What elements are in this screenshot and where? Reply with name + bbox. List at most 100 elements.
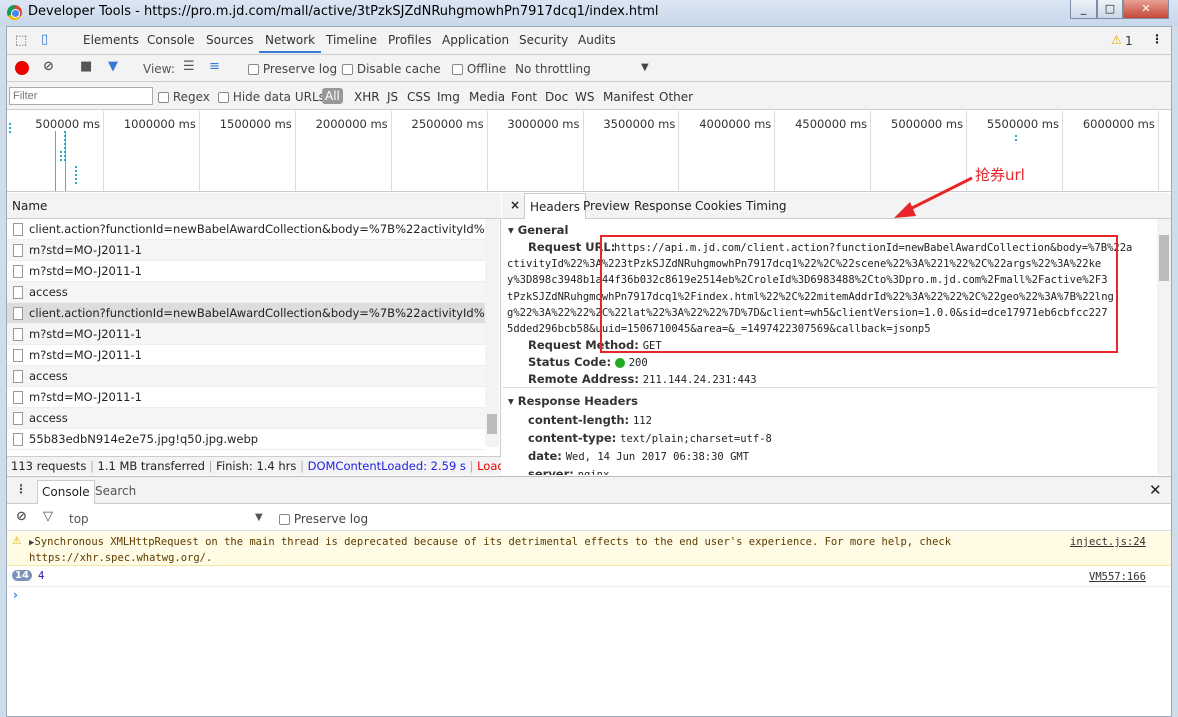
device-mode-icon[interactable]: ▯ bbox=[41, 32, 48, 47]
response-header-row: content-type: text/plain;charset=utf-8 bbox=[528, 430, 772, 448]
chevron-down-icon: ▼ bbox=[255, 512, 263, 523]
filter-input[interactable] bbox=[9, 87, 153, 105]
request-bar-marker bbox=[60, 151, 62, 161]
chrome-icon bbox=[7, 5, 22, 20]
tab-sources[interactable]: Sources bbox=[206, 27, 253, 53]
tab-audits[interactable]: Audits bbox=[578, 27, 616, 53]
file-icon bbox=[13, 244, 23, 257]
hide-data-urls-checkbox[interactable]: Hide data URLs bbox=[218, 90, 325, 104]
timeline-gridline bbox=[870, 111, 872, 191]
record-icon[interactable] bbox=[15, 61, 29, 75]
tab-elements[interactable]: Elements bbox=[83, 27, 139, 53]
header-name: content-type: bbox=[528, 431, 617, 445]
filter-type-xhr[interactable]: XHR bbox=[354, 90, 380, 104]
file-icon bbox=[13, 433, 23, 446]
filter-type-media[interactable]: Media bbox=[469, 90, 505, 104]
disable-cache-checkbox[interactable]: Disable cache bbox=[342, 62, 441, 76]
close-window-button[interactable]: ✕ bbox=[1123, 0, 1169, 19]
drawer-menu-icon[interactable]: ⋮ bbox=[15, 482, 27, 496]
preserve-log-checkbox[interactable]: Preserve log bbox=[248, 62, 337, 76]
waterfall-icon[interactable]: ≡ bbox=[209, 59, 220, 74]
timeline-gridline bbox=[582, 111, 584, 191]
request-row[interactable]: m?std=MO-J2011-1 bbox=[7, 345, 485, 366]
timeline-gridline bbox=[486, 111, 488, 191]
filter-type-manifest[interactable]: Manifest bbox=[603, 90, 654, 104]
tab-network[interactable]: Network bbox=[259, 27, 322, 53]
file-icon bbox=[13, 223, 23, 236]
context-value: top bbox=[69, 512, 89, 526]
warning-link[interactable]: https://xhr.spec.whatwg.org/. bbox=[29, 551, 1171, 566]
large-rows-icon[interactable]: ☰ bbox=[183, 59, 195, 74]
console-prompt-input[interactable]: › bbox=[13, 588, 1163, 608]
minimize-button[interactable]: _ bbox=[1070, 0, 1097, 19]
timeline-gridline bbox=[678, 111, 680, 191]
drawer-tab-console[interactable]: Console bbox=[37, 480, 95, 504]
clear-console-icon[interactable]: ⊘ bbox=[16, 509, 27, 524]
filter-type-ws[interactable]: WS bbox=[575, 90, 594, 104]
throttling-select[interactable]: No throttling ▼ bbox=[515, 62, 655, 76]
request-row[interactable]: access bbox=[7, 366, 485, 387]
console-preserve-log-checkbox[interactable]: Preserve log bbox=[279, 512, 368, 526]
maximize-button[interactable]: □ bbox=[1097, 0, 1123, 19]
request-row[interactable]: m?std=MO-J2011-1 bbox=[7, 324, 485, 345]
tab-application[interactable]: Application bbox=[442, 27, 509, 53]
log-source-link[interactable]: VM557:166 bbox=[1089, 571, 1146, 583]
request-row[interactable]: m?std=MO-J2011-1 bbox=[7, 261, 485, 282]
inspect-element-icon[interactable]: ⬚ bbox=[15, 33, 27, 48]
tab-timeline[interactable]: Timeline bbox=[326, 27, 377, 53]
header-name: server: bbox=[528, 467, 574, 475]
console-filter-icon[interactable]: ▽ bbox=[43, 509, 53, 524]
tab-cookies[interactable]: Cookies bbox=[695, 199, 742, 213]
request-row[interactable]: m?std=MO-J2011-1 bbox=[7, 387, 485, 408]
request-row[interactable]: client.action?functionId=newBabelAwardCo… bbox=[7, 303, 485, 324]
more-menu-icon[interactable]: ⋮ bbox=[1151, 32, 1163, 46]
tab-preview[interactable]: Preview bbox=[583, 199, 630, 213]
offline-checkbox[interactable]: Offline bbox=[452, 62, 506, 76]
filter-type-all[interactable]: All bbox=[322, 88, 343, 104]
response-headers-toggle[interactable]: ▾ Response Headers bbox=[508, 394, 638, 408]
close-detail-icon[interactable]: × bbox=[510, 198, 520, 212]
request-name: m?std=MO-J2011-1 bbox=[29, 243, 142, 257]
log-value: 4 bbox=[38, 570, 45, 582]
tab-security[interactable]: Security bbox=[519, 27, 568, 53]
tab-profiles[interactable]: Profiles bbox=[388, 27, 432, 53]
response-headers-list: content-length: 112 content-type: text/pl… bbox=[528, 412, 772, 475]
drawer-tab-search[interactable]: Search bbox=[95, 484, 136, 498]
drawer-tab-bar: ⋮ Console Search ✕ bbox=[7, 476, 1171, 504]
tab-response[interactable]: Response bbox=[634, 199, 692, 213]
filter-type-js[interactable]: JS bbox=[387, 90, 398, 104]
filter-type-doc[interactable]: Doc bbox=[545, 90, 568, 104]
name-column-header[interactable]: Name bbox=[7, 193, 501, 219]
request-row[interactable]: m?std=MO-J2011-1 bbox=[7, 240, 485, 261]
close-drawer-icon[interactable]: ✕ bbox=[1149, 481, 1162, 499]
filter-type-other[interactable]: Other bbox=[659, 90, 693, 104]
console-log-message: 14 4 VM557:166 bbox=[7, 567, 1171, 587]
general-section-toggle[interactable]: ▾ General bbox=[508, 223, 568, 237]
request-row[interactable]: access bbox=[7, 282, 485, 303]
filter-type-img[interactable]: Img bbox=[437, 90, 460, 104]
warning-source-link[interactable]: inject.js:24 bbox=[1070, 535, 1146, 550]
header-value: Wed, 14 Jun 2017 06:38:30 GMT bbox=[565, 451, 750, 463]
filter-icon[interactable]: ▼ bbox=[108, 59, 118, 74]
request-name: m?std=MO-J2011-1 bbox=[29, 327, 142, 341]
annotation-arrow-icon bbox=[894, 176, 973, 218]
request-list-scrollbar[interactable] bbox=[485, 219, 499, 447]
warning-text: Synchronous XMLHttpRequest on the main t… bbox=[34, 536, 952, 548]
warning-count[interactable]: 1 bbox=[1125, 34, 1133, 48]
request-row[interactable]: client.action?functionId=newBabelAwardCo… bbox=[7, 219, 485, 240]
context-select[interactable]: top ▼ bbox=[69, 512, 267, 526]
tab-timing[interactable]: Timing bbox=[746, 199, 787, 213]
response-header-row: date: Wed, 14 Jun 2017 06:38:30 GMT bbox=[528, 448, 772, 466]
request-row[interactable]: 55b83edbN914e2e75.jpg!q50.jpg.webp bbox=[7, 429, 485, 450]
tab-console[interactable]: Console bbox=[147, 27, 195, 53]
header-value: nginx bbox=[577, 469, 610, 475]
regex-checkbox[interactable]: Regex bbox=[158, 90, 210, 104]
detail-scrollbar[interactable] bbox=[1157, 219, 1171, 475]
filter-type-css[interactable]: CSS bbox=[407, 90, 431, 104]
clear-icon[interactable]: ⊘ bbox=[43, 59, 54, 74]
screenshot-camera-icon[interactable]: ■ bbox=[80, 59, 92, 74]
warning-icon[interactable]: ⚠ bbox=[1111, 33, 1122, 47]
request-row[interactable]: access bbox=[7, 408, 485, 429]
filter-type-font[interactable]: Font bbox=[511, 90, 537, 104]
tab-headers[interactable]: Headers bbox=[524, 193, 586, 219]
